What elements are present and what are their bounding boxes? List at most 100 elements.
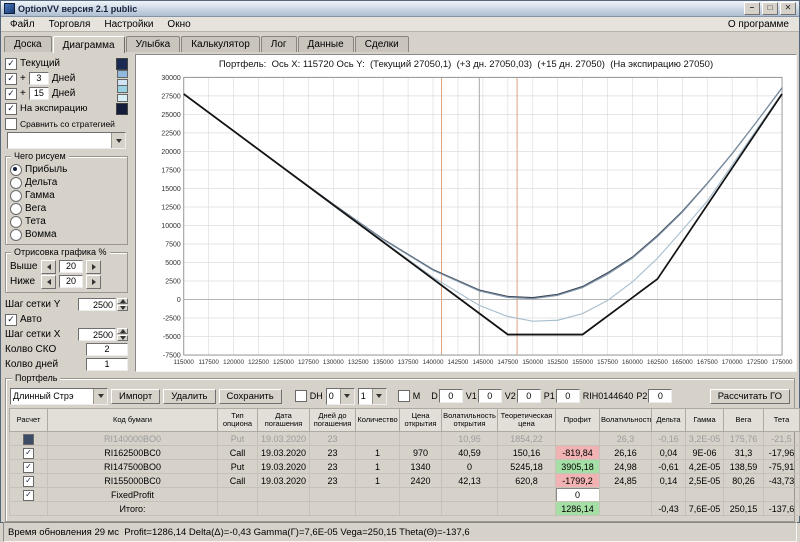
chevron-down-icon[interactable] <box>93 389 107 404</box>
radio-vega[interactable] <box>10 203 22 215</box>
spin-down-button[interactable] <box>117 305 128 311</box>
column-header[interactable]: Количество <box>356 409 400 432</box>
radio-theta[interactable] <box>10 216 22 228</box>
plus3-swatch-1[interactable] <box>117 70 128 78</box>
field-p1-input[interactable]: 0 <box>556 389 580 403</box>
column-header[interactable]: Тета <box>764 409 800 432</box>
grid-step-y-value[interactable]: 2500 <box>78 298 116 311</box>
tab-smile[interactable]: Улыбка <box>126 36 181 52</box>
column-header[interactable]: Расчет <box>10 409 48 432</box>
menu-item-about[interactable]: О программе <box>720 19 797 30</box>
save-button[interactable]: Сохранить <box>219 389 282 404</box>
table-row[interactable]: ✓RI155000BC0Call19.03.2020231242042,1362… <box>10 474 800 488</box>
column-header[interactable]: Дней до погашения <box>310 409 356 432</box>
days-count-input[interactable]: 1 <box>86 358 128 371</box>
above-decrease-button[interactable] <box>41 260 56 274</box>
plus15-checkbox[interactable]: ✓ <box>5 88 17 100</box>
dh-value1-combo[interactable]: 0 <box>326 388 355 405</box>
grid-step-x-spinner[interactable] <box>117 328 128 341</box>
menu-item-file[interactable]: Файл <box>3 19 42 30</box>
column-header[interactable]: Гамма <box>686 409 724 432</box>
plus3-days-input[interactable]: 3 <box>29 72 49 85</box>
field-d-input[interactable]: 0 <box>439 389 463 403</box>
row-calc-checkbox[interactable]: ✓ <box>23 476 34 487</box>
calc-margin-button[interactable]: Рассчитать ГО <box>710 389 790 404</box>
menu-item-settings[interactable]: Настройки <box>97 19 160 30</box>
row-calc-checkbox[interactable]: ✓ <box>23 490 34 501</box>
import-button[interactable]: Импорт <box>111 389 160 404</box>
below-decrease-button[interactable] <box>41 275 56 289</box>
current-checkbox[interactable]: ✓ <box>5 58 17 70</box>
auto-checkbox[interactable]: ✓ <box>5 314 17 326</box>
below-value-input[interactable]: 20 <box>59 275 83 288</box>
column-header[interactable]: Цена открытия <box>400 409 442 432</box>
grid-step-x-input[interactable]: 2500 <box>78 328 128 341</box>
menu-item-trade[interactable]: Торговля <box>42 19 98 30</box>
above-increase-button[interactable] <box>86 260 101 274</box>
chevron-down-icon[interactable] <box>111 133 125 148</box>
plus15-days-input[interactable]: 15 <box>29 87 49 100</box>
table-row[interactable]: ✓RI147500BO0Put19.03.2020231134005245,18… <box>10 460 800 474</box>
tab-data[interactable]: Данные <box>298 36 354 52</box>
row-calc-checkbox[interactable] <box>23 434 34 445</box>
field-v2-input[interactable]: 0 <box>517 389 541 403</box>
m-checkbox[interactable] <box>398 390 410 402</box>
grid-step-y-input[interactable]: 2500 <box>78 298 128 311</box>
column-header[interactable]: Профит <box>556 409 600 432</box>
compare-checkbox[interactable] <box>5 118 17 130</box>
plus3-checkbox[interactable]: ✓ <box>5 73 17 85</box>
tab-diagram[interactable]: Диаграмма <box>53 36 125 53</box>
column-header[interactable]: Тип опциона <box>218 409 258 432</box>
plus15-swatch-1[interactable] <box>117 85 128 93</box>
expiration-color-swatch[interactable] <box>116 103 128 115</box>
radio-vomma[interactable] <box>10 229 22 241</box>
row-calc-checkbox[interactable]: ✓ <box>23 462 34 473</box>
radio-profit[interactable] <box>10 164 22 176</box>
dh-value2-combo[interactable]: 1 <box>358 388 387 405</box>
column-header[interactable]: Дельта <box>652 409 686 432</box>
above-value-input[interactable]: 20 <box>59 260 83 273</box>
column-header[interactable]: Теоретическая цена <box>498 409 556 432</box>
radio-gamma[interactable] <box>10 190 22 202</box>
minimize-button[interactable]: – <box>744 2 760 15</box>
column-header[interactable]: Код бумаги <box>48 409 218 432</box>
tab-board[interactable]: Доска <box>4 36 52 52</box>
tab-log[interactable]: Лог <box>261 36 297 52</box>
radio-delta[interactable] <box>10 177 22 189</box>
sko-count-input[interactable]: 2 <box>86 343 128 356</box>
app-icon <box>4 3 15 14</box>
column-header[interactable]: Волатильность <box>600 409 652 432</box>
close-button[interactable]: ✕ <box>780 2 796 15</box>
table-row[interactable]: Итого:1286,14-0,437,6E-05250,15-137,6 <box>10 502 800 516</box>
spin-up-button[interactable] <box>117 328 128 334</box>
menu-item-window[interactable]: Окно <box>160 19 197 30</box>
field-v1-input[interactable]: 0 <box>478 389 502 403</box>
expiration-checkbox[interactable]: ✓ <box>5 103 17 115</box>
table-row[interactable]: ✓FixedProfit0 <box>10 488 800 502</box>
payoff-chart[interactable]: 1150001175001200001225001250001275001300… <box>138 71 794 370</box>
grid-step-x-value[interactable]: 2500 <box>78 328 116 341</box>
chevron-down-icon[interactable] <box>340 389 354 404</box>
table-row[interactable]: ✓RI162500BC0Call19.03.202023197040,59150… <box>10 446 800 460</box>
column-header[interactable]: Вега <box>724 409 764 432</box>
field-p2-input[interactable]: 0 <box>648 389 672 403</box>
grid-step-y-spinner[interactable] <box>117 298 128 311</box>
current-color-swatch[interactable] <box>116 58 128 70</box>
below-increase-button[interactable] <box>86 275 101 289</box>
column-header[interactable]: Волатильность открытия <box>442 409 498 432</box>
spin-up-button[interactable] <box>117 298 128 304</box>
dh-checkbox[interactable] <box>295 390 307 402</box>
table-row[interactable]: RI140000BO0Put19.03.20202310,951854,2226… <box>10 432 800 446</box>
strategy-combo[interactable]: Длинный Стрэ <box>10 388 108 405</box>
tab-deals[interactable]: Сделки <box>355 36 409 52</box>
compare-strategy-combo[interactable] <box>7 132 126 149</box>
maximize-button[interactable]: □ <box>762 2 778 15</box>
delete-button[interactable]: Удалить <box>163 389 215 404</box>
tab-calculator[interactable]: Калькулятор <box>181 36 260 52</box>
spin-down-button[interactable] <box>117 335 128 341</box>
cell-volatility <box>600 488 652 502</box>
plus15-swatch-2[interactable] <box>117 94 128 102</box>
chevron-down-icon[interactable] <box>372 389 386 404</box>
row-calc-checkbox[interactable]: ✓ <box>23 448 34 459</box>
column-header[interactable]: Дата погашения <box>258 409 310 432</box>
